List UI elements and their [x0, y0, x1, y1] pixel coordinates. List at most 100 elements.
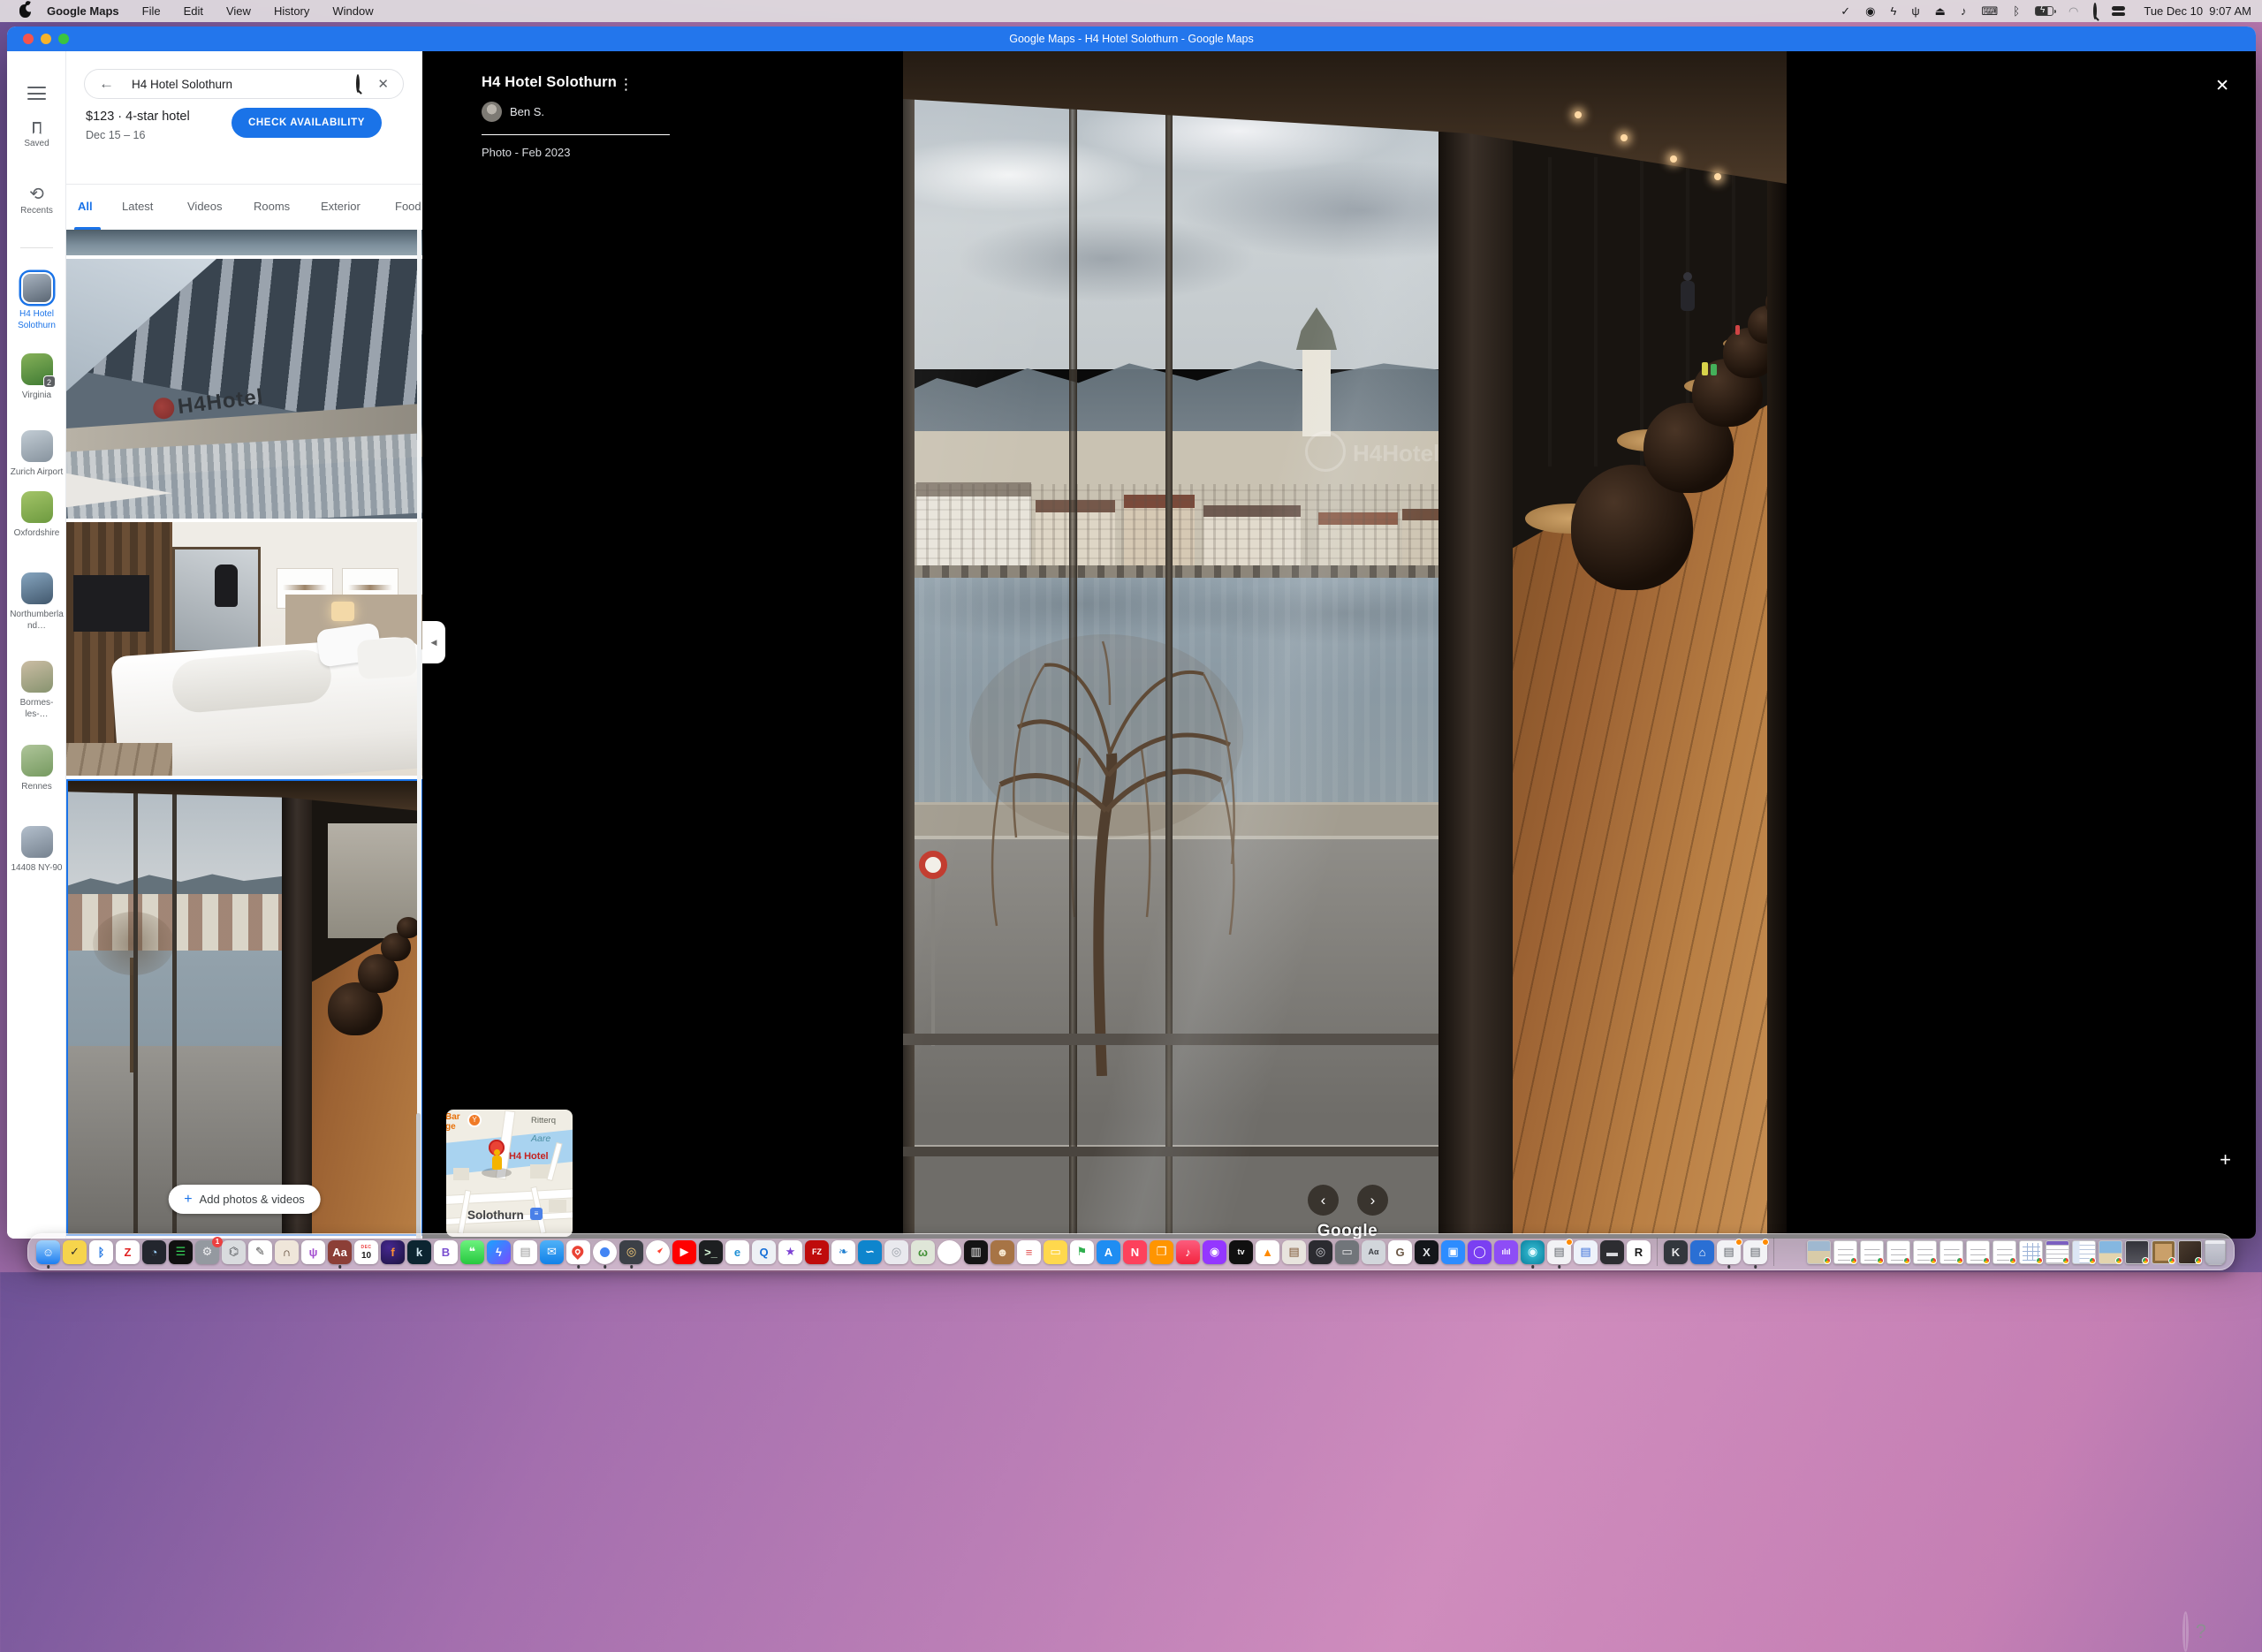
dock-messages[interactable]: ❝: [460, 1240, 484, 1264]
recent-place-h4-hotel-solothurn[interactable]: H4 Hotel Solothurn: [7, 272, 66, 331]
dock-dictionary[interactable]: Aa: [328, 1240, 352, 1264]
add-photos-button[interactable]: + Add photos & videos: [168, 1185, 321, 1214]
zoom-window-button[interactable]: [58, 34, 69, 44]
dock-antivirus[interactable]: ✓: [63, 1240, 87, 1264]
menu-view[interactable]: View: [226, 4, 251, 18]
photo-thumbnail-exterior[interactable]: H4Hotel: [66, 259, 422, 519]
dock-minimized-photo-beach[interactable]: [2099, 1240, 2122, 1264]
dock-system-settings[interactable]: ⚙1: [195, 1240, 219, 1264]
next-photo-button[interactable]: ›: [1357, 1185, 1388, 1216]
dock-styling-app[interactable]: ∩: [275, 1240, 299, 1264]
dock-minimized-doc-5[interactable]: [1939, 1240, 1963, 1264]
eject-icon[interactable]: ⏏: [1935, 5, 1946, 17]
apple-menu-icon[interactable]: [19, 4, 31, 18]
dock-home-app[interactable]: ⌂: [1690, 1240, 1714, 1264]
dock-youtube[interactable]: ▶: [672, 1240, 696, 1264]
dock-stickies[interactable]: ▤: [513, 1240, 537, 1264]
photo-thumbnail-selected[interactable]: [66, 779, 422, 1236]
dock-photos[interactable]: [937, 1240, 961, 1264]
tab-all[interactable]: All: [78, 200, 93, 213]
close-window-button[interactable]: [23, 34, 34, 44]
dock-printer-3[interactable]: ▤: [1743, 1240, 1767, 1264]
input-menu-icon[interactable]: ⌨: [1981, 5, 1998, 17]
dock-archiver[interactable]: ▤: [1282, 1240, 1306, 1264]
dock-photo-booth[interactable]: ◎: [619, 1240, 643, 1264]
photo-menu-icon[interactable]: ⋮: [619, 76, 634, 94]
dock-finder[interactable]: ☺: [36, 1240, 60, 1264]
close-viewer-icon[interactable]: ✕: [2215, 76, 2229, 96]
menu-window[interactable]: Window: [332, 4, 373, 18]
dock-diagnostics-app[interactable]: ⌬: [222, 1240, 246, 1264]
dock-zoom[interactable]: ▣: [1441, 1240, 1465, 1264]
dock-disc-utility[interactable]: ◎: [884, 1240, 908, 1264]
battery-icon[interactable]: [2035, 6, 2053, 16]
dock-messenger[interactable]: ϟ: [487, 1240, 511, 1264]
dock-minimized-photo-room[interactable]: [2178, 1240, 2202, 1264]
dock-podcasts[interactable]: ◉: [1203, 1240, 1226, 1264]
dock-firefox[interactable]: f: [381, 1240, 405, 1264]
dock-missing-app[interactable]: ?: [2182, 1620, 2206, 1644]
control-center-icon[interactable]: [2112, 6, 2125, 16]
recent-place-14408-ny-90[interactable]: 14408 NY-90: [7, 826, 66, 874]
dock-calendar[interactable]: 10: [354, 1240, 378, 1264]
dock-minimized-sheet-2[interactable]: [2046, 1240, 2069, 1264]
minimap-bar-poi-icon[interactable]: Y: [467, 1113, 482, 1127]
dock-app-store[interactable]: A: [1097, 1240, 1120, 1264]
dock-trash[interactable]: [2205, 1239, 2226, 1265]
menu-history[interactable]: History: [274, 4, 309, 18]
recent-place-rennes[interactable]: Rennes: [7, 745, 66, 792]
sidebar-item-recents[interactable]: ⟲ Recents: [7, 186, 66, 216]
dock-minimized-photo-1[interactable]: [1807, 1240, 1831, 1264]
dock-gimp[interactable]: G: [1388, 1240, 1412, 1264]
check-availability-button[interactable]: CHECK AVAILABILITY: [232, 108, 382, 138]
dock-printer-utility[interactable]: ▤: [1547, 1240, 1571, 1264]
photo-thumbnail-partial[interactable]: [66, 230, 422, 255]
panel-scrollbar-thumb[interactable]: [416, 1113, 421, 1239]
dock-terminal[interactable]: >_: [699, 1240, 723, 1264]
recent-place-oxfordshire[interactable]: Oxfordshire: [7, 491, 66, 539]
shortcuts-icon[interactable]: ϟ: [1890, 5, 1896, 17]
dock-r-app[interactable]: R: [1627, 1240, 1651, 1264]
dock-activity-app[interactable]: ☰: [169, 1240, 193, 1264]
dock-usb-tree-app[interactable]: ψ: [301, 1240, 325, 1264]
tab-videos[interactable]: Videos: [187, 200, 223, 213]
hotel-dates[interactable]: Dec 15 – 16: [86, 129, 145, 141]
minimize-window-button[interactable]: [41, 34, 51, 44]
dock-minimized-doc-6[interactable]: [1966, 1240, 1990, 1264]
dock-minimized-doc-4[interactable]: [1913, 1240, 1937, 1264]
search-input[interactable]: H4 Hotel Solothurn: [132, 78, 356, 91]
dock-scanner[interactable]: ▬: [1600, 1240, 1624, 1264]
dock-vlc[interactable]: ▲: [1256, 1240, 1279, 1264]
photo-author[interactable]: Ben S.: [482, 102, 670, 122]
dock-reminders[interactable]: ≡: [1017, 1240, 1041, 1264]
dock-safari[interactable]: [646, 1240, 670, 1264]
spotlight-icon[interactable]: [2093, 4, 2097, 18]
dock-webcam-app[interactable]: ◉: [1521, 1240, 1545, 1264]
dock-minimized-doc-1[interactable]: [1833, 1240, 1857, 1264]
recent-place-northumberland[interactable]: Northumberland…: [7, 572, 66, 632]
sidebar-item-saved[interactable]: Saved: [7, 122, 66, 148]
dock-edge[interactable]: e: [725, 1240, 749, 1264]
dock-ring-app[interactable]: ◯: [1468, 1240, 1492, 1264]
dock-font-book[interactable]: Aα: [1362, 1240, 1385, 1264]
main-photo[interactable]: H4Hotel: [903, 51, 1787, 1234]
dock-openoffice[interactable]: ∽: [858, 1240, 882, 1264]
previous-photo-button[interactable]: ‹: [1308, 1185, 1339, 1216]
dock-star-app[interactable]: ★: [778, 1240, 802, 1264]
panel-scrollbar-track[interactable]: [417, 230, 421, 1239]
dock-vinyl-app[interactable]: ◎: [1309, 1240, 1332, 1264]
bluetooth-icon[interactable]: ᛒ: [2013, 5, 2020, 17]
minimap-pegman[interactable]: [492, 1156, 502, 1170]
dock-minimized-doc-3[interactable]: [1886, 1240, 1910, 1264]
mini-map[interactable]: Barge Y Ritterq Aare H4 Hotel Solothurn …: [446, 1110, 573, 1237]
dock-bluetooth-utility[interactable]: ᛒ: [89, 1240, 113, 1264]
menu-app-name[interactable]: Google Maps: [47, 4, 119, 18]
dock-printer-2[interactable]: ▤: [1717, 1240, 1741, 1264]
menu-hamburger-icon[interactable]: [27, 87, 46, 100]
dock-drafting-app[interactable]: ❧: [831, 1240, 855, 1264]
dock-contacts[interactable]: ☻: [991, 1240, 1014, 1264]
menu-file[interactable]: File: [142, 4, 161, 18]
recent-place-bormes-les[interactable]: Bormes-les-…: [7, 661, 66, 720]
task-check-icon[interactable]: ✓: [1841, 5, 1850, 17]
dock-google-maps[interactable]: [566, 1240, 590, 1264]
